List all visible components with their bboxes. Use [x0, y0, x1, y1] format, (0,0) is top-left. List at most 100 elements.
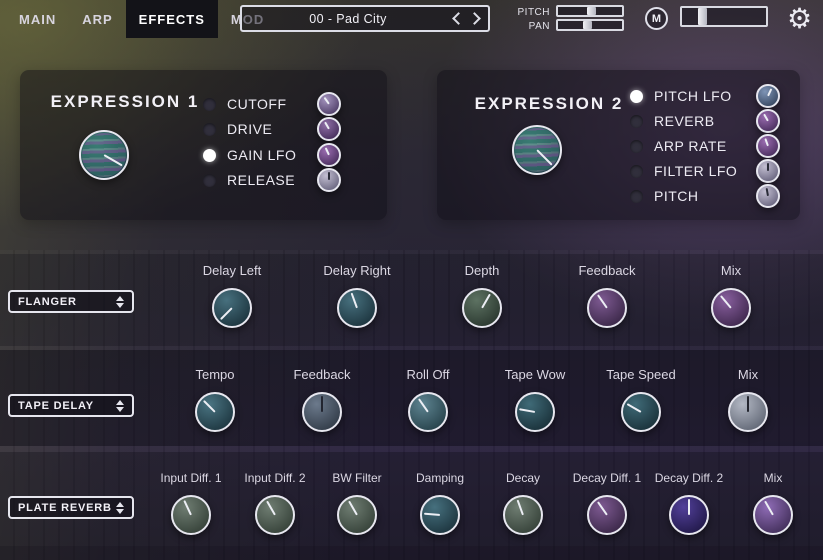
expression2-target-reverb[interactable]: REVERB: [630, 108, 780, 134]
knob-label: Feedback: [562, 262, 652, 280]
knob-needle: [424, 513, 440, 516]
expression1-panel: EXPRESSION 1 CUTOFF DRIVE GAIN LFO RELEA…: [20, 70, 387, 220]
radio-dot[interactable]: [630, 90, 643, 103]
depth-knob[interactable]: [462, 288, 502, 328]
preset-prev-button[interactable]: [454, 14, 463, 23]
knob-needle: [536, 149, 552, 165]
pitch-lfo-amount-knob[interactable]: [756, 84, 780, 108]
target-label: FILTER LFO: [654, 163, 737, 179]
knob-needle: [764, 138, 769, 146]
radio-dot[interactable]: [203, 149, 216, 162]
pan-label: PAN: [504, 21, 550, 32]
tape-mix-knob[interactable]: [728, 392, 768, 432]
knob-needle: [764, 501, 774, 516]
radio-dot[interactable]: [630, 165, 643, 178]
knob-needle: [220, 307, 233, 320]
flanger-selector[interactable]: FLANGER: [8, 290, 134, 313]
drive-amount-knob[interactable]: [317, 117, 341, 141]
radio-dot[interactable]: [203, 174, 216, 187]
pan-slider-handle[interactable]: [583, 21, 592, 29]
decay-knob[interactable]: [503, 495, 543, 535]
tape-delay-selector[interactable]: TAPE DELAY: [8, 394, 134, 417]
tape-feedback-knob[interactable]: [302, 392, 342, 432]
knob-label: Decay Diff. 2: [644, 469, 734, 487]
release-amount-knob[interactable]: [317, 168, 341, 192]
tab-main[interactable]: MAIN: [6, 0, 69, 38]
input-diff-2-knob[interactable]: [255, 495, 295, 535]
knob-label: Damping: [395, 469, 485, 487]
target-label: PITCH: [654, 188, 699, 204]
tempo-knob[interactable]: [195, 392, 235, 432]
expression2-target-pitch-lfo[interactable]: PITCH LFO: [630, 83, 780, 109]
delay-right-knob[interactable]: [337, 288, 377, 328]
radio-dot[interactable]: [630, 190, 643, 203]
volume-slider[interactable]: [680, 6, 768, 27]
target-label: DRIVE: [227, 121, 272, 137]
cutoff-amount-knob[interactable]: [317, 92, 341, 116]
flanger-feedback-knob[interactable]: [587, 288, 627, 328]
depth-control: Depth: [437, 262, 527, 328]
tab-effects[interactable]: EFFECTS: [126, 0, 218, 38]
bw-filter-knob[interactable]: [337, 495, 377, 535]
radio-dot[interactable]: [203, 123, 216, 136]
arp-rate-amount-knob[interactable]: [756, 134, 780, 158]
tape-speed-knob[interactable]: [621, 392, 661, 432]
pitch-amount-knob[interactable]: [756, 184, 780, 208]
expression2-main-knob[interactable]: [512, 125, 562, 175]
preset-selector[interactable]: 00 - Pad City: [240, 5, 490, 32]
roll-off-control: Roll Off: [383, 366, 473, 432]
expression2-target-filter-lfo[interactable]: FILTER LFO: [630, 158, 780, 184]
knob-needle: [627, 403, 642, 413]
expression2-title: EXPRESSION 2: [459, 94, 639, 114]
decay-diff-1-knob[interactable]: [587, 495, 627, 535]
pitch-slider[interactable]: [556, 5, 624, 17]
tab-arp[interactable]: ARP: [69, 0, 125, 38]
preset-next-button[interactable]: [470, 14, 479, 23]
expression1-target-gain-lfo[interactable]: GAIN LFO: [203, 142, 341, 168]
mono-button[interactable]: M: [645, 7, 668, 30]
knob-needle: [763, 114, 769, 122]
knob-label: Input Diff. 2: [230, 469, 320, 487]
radio-dot[interactable]: [203, 98, 216, 111]
pitch-slider-handle[interactable]: [587, 7, 596, 15]
delay-left-knob[interactable]: [212, 288, 252, 328]
knob-label: Depth: [437, 262, 527, 280]
input-diff-1-knob[interactable]: [171, 495, 211, 535]
expression2-target-pitch[interactable]: PITCH: [630, 183, 780, 209]
reverb-mix-knob[interactable]: [753, 495, 793, 535]
filter-lfo-amount-knob[interactable]: [756, 159, 780, 183]
damping-knob[interactable]: [420, 495, 460, 535]
volume-slider-handle[interactable]: [698, 8, 707, 25]
input-diff-1-control: Input Diff. 1: [146, 469, 236, 535]
pan-slider[interactable]: [556, 19, 624, 31]
radio-dot[interactable]: [630, 115, 643, 128]
tape-mix-control: Mix: [703, 366, 793, 432]
gain-lfo-amount-knob[interactable]: [317, 143, 341, 167]
decay-diff-2-control: Decay Diff. 2: [644, 469, 734, 535]
preset-name: 00 - Pad City: [242, 12, 454, 26]
knob-label: Tape Wow: [490, 366, 580, 384]
knob-label: Input Diff. 1: [146, 469, 236, 487]
flanger-mix-knob[interactable]: [711, 288, 751, 328]
knob-label: Tempo: [170, 366, 260, 384]
expression2-target-arp-rate[interactable]: ARP RATE: [630, 133, 780, 159]
knob-label: Roll Off: [383, 366, 473, 384]
target-label: ARP RATE: [654, 138, 727, 154]
expression1-target-drive[interactable]: DRIVE: [203, 116, 341, 142]
knob-label: Mix: [686, 262, 776, 280]
radio-dot[interactable]: [630, 140, 643, 153]
knob-label: Feedback: [277, 366, 367, 384]
expression1-target-release[interactable]: RELEASE: [203, 167, 341, 193]
knob-needle: [328, 172, 330, 180]
expression1-target-cutoff[interactable]: CUTOFF: [203, 91, 341, 117]
roll-off-knob[interactable]: [408, 392, 448, 432]
decay-diff-2-knob[interactable]: [669, 495, 709, 535]
settings-gear-icon[interactable]: ⚙: [781, 1, 818, 36]
knob-label: Mix: [703, 366, 793, 384]
knob-label: Delay Left: [187, 262, 277, 280]
expression1-main-knob[interactable]: [79, 130, 129, 180]
tape-wow-knob[interactable]: [515, 392, 555, 432]
knob-label: BW Filter: [312, 469, 402, 487]
plate-reverb-selector[interactable]: PLATE REVERB: [8, 496, 134, 519]
reverb-amount-knob[interactable]: [756, 109, 780, 133]
